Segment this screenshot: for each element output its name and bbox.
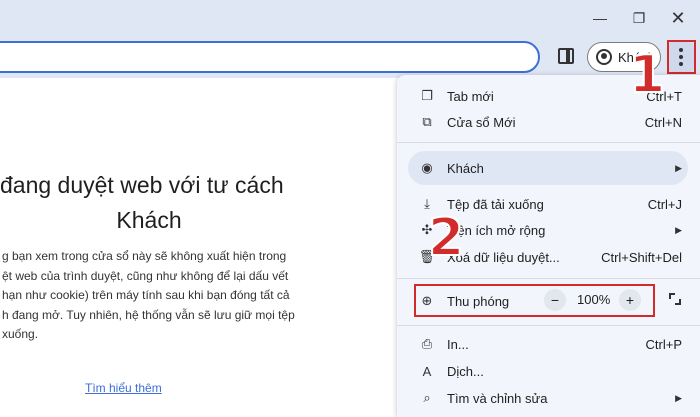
step-number-1: 1 [628, 45, 666, 105]
learn-more-link[interactable]: Tìm hiểu thêm [85, 381, 162, 395]
page-title-line2: Khách [116, 207, 182, 233]
menu-item-shortcut: Ctrl+P [645, 336, 682, 352]
highlight-box-menu [667, 40, 696, 74]
page-title-line1: đang duyệt web với tư cách [0, 172, 284, 198]
description-line: h đang mở. Tuy nhiên, hệ thống vẫn sẽ lư… [2, 307, 295, 322]
submenu-arrow-icon: ▶ [675, 224, 682, 235]
browser-toolbar: Khách [0, 36, 700, 78]
title-bar: — ❐ ✕ [0, 0, 700, 36]
description-line: ệt web của trình duyệt, cũng như không đ… [2, 268, 289, 283]
menu-divider [397, 325, 700, 326]
menu-item-new-window[interactable]: ⧉ Cửa sổ Mới Ctrl+N [397, 109, 700, 135]
print-icon: ⎙ [421, 336, 433, 351]
menu-item-label: Tab mới [447, 88, 494, 104]
menu-item-print[interactable]: ⎙ In... Ctrl+P [397, 331, 700, 357]
menu-item-label: Tìm và chỉnh sửa [447, 390, 548, 406]
description-line: hạn như cookie) trên máy tính sau khi bạ… [2, 288, 290, 302]
highlight-box-zoom [414, 284, 655, 317]
menu-divider [397, 142, 700, 143]
close-window-button[interactable]: ✕ [668, 8, 688, 28]
new-window-icon: ⧉ [422, 114, 432, 129]
submenu-arrow-icon: ▶ [675, 392, 682, 403]
menu-item-shortcut: Ctrl+J [647, 196, 682, 212]
menu-item-label: In... [447, 336, 469, 352]
menu-item-shortcut: Ctrl+N [644, 114, 682, 130]
menu-item-find-edit[interactable]: ⌕ Tìm và chỉnh sửa ▶ [397, 385, 700, 411]
profile-icon: ◉ [421, 160, 433, 175]
description-line: g bạn xem trong cửa sổ này sẽ không xuất… [2, 249, 287, 263]
find-icon: ⌕ [423, 390, 431, 405]
menu-item-guest-content[interactable]: ◉ Khách ▶ [397, 155, 700, 181]
menu-divider [397, 278, 700, 279]
menu-item-label: Khách [447, 160, 484, 176]
address-bar[interactable] [0, 41, 540, 73]
maximize-button[interactable]: ❐ [629, 8, 649, 28]
minimize-button[interactable]: — [590, 8, 610, 28]
new-tab-icon: ❐ [421, 88, 433, 103]
translate-icon: A [422, 363, 432, 379]
fullscreen-icon[interactable] [669, 293, 681, 305]
side-panel-icon[interactable] [558, 48, 574, 64]
description-line: xuống. [2, 327, 39, 341]
page-title: đang duyệt web với tư cách Khách [0, 168, 310, 238]
profile-avatar-icon [596, 49, 612, 65]
menu-item-shortcut: Ctrl+Shift+Del [601, 249, 682, 265]
menu-item-label: Cửa sổ Mới [447, 114, 516, 130]
submenu-arrow-icon: ▶ [675, 162, 682, 173]
menu-item-translate[interactable]: A Dịch... [397, 358, 700, 384]
menu-item-label: Dịch... [447, 363, 484, 379]
page-description: g bạn xem trong cửa sổ này sẽ không xuất… [2, 247, 302, 345]
step-number-2: 2 [427, 208, 465, 268]
